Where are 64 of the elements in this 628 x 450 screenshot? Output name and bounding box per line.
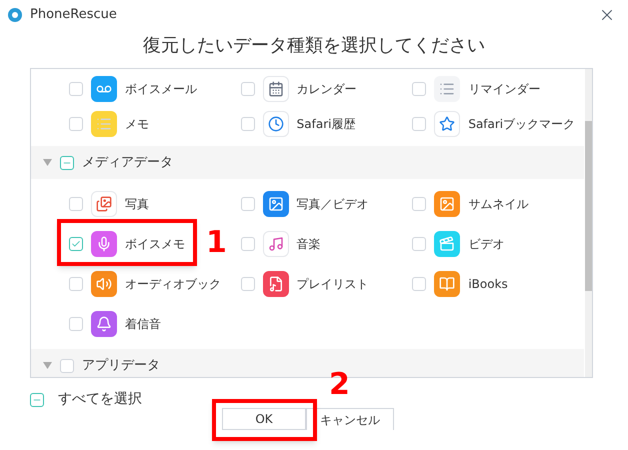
- bell-icon: [91, 311, 117, 337]
- category-label: プレイリスト: [296, 276, 369, 293]
- checkbox[interactable]: [69, 237, 83, 251]
- music-file-icon: [262, 271, 289, 297]
- photos-icon: [91, 191, 117, 217]
- checkbox[interactable]: [69, 197, 83, 211]
- checkbox[interactable]: [240, 197, 255, 211]
- category-label: Safari履歴: [296, 116, 356, 132]
- category-label: ビデオ: [468, 236, 504, 253]
- category-label: リマインダー: [468, 80, 540, 98]
- clapperboard-icon: [434, 231, 460, 257]
- section-title: アプリデータ: [82, 356, 160, 375]
- book-icon: [434, 271, 460, 297]
- checkbox[interactable]: [240, 82, 255, 96]
- checkbox[interactable]: [69, 317, 83, 331]
- category-label: オーディオブック: [125, 276, 221, 293]
- category-label: 写真／ビデオ: [296, 196, 369, 213]
- category-label: ボイスメモ: [125, 236, 185, 253]
- clock-icon: [262, 110, 289, 136]
- checkbox[interactable]: [69, 116, 83, 130]
- checkbox[interactable]: [30, 392, 44, 406]
- checkbox[interactable]: [69, 82, 83, 96]
- checkbox[interactable]: [240, 277, 255, 291]
- category-label: Safariブックマーク: [468, 116, 576, 132]
- music-note-icon: [262, 231, 289, 257]
- cancel-button[interactable]: キャンセル: [306, 408, 394, 430]
- list-icon: [434, 76, 460, 102]
- checkbox[interactable]: [412, 277, 426, 291]
- checkbox[interactable]: [412, 82, 426, 96]
- dialog-heading: 復元したいデータ種類を選択してください: [143, 34, 485, 58]
- category-label: iBooks: [468, 276, 508, 293]
- checkbox[interactable]: [412, 237, 426, 251]
- notes-icon: [91, 110, 117, 136]
- category-label: 音楽: [296, 236, 321, 253]
- image-icon: [434, 191, 460, 217]
- checkbox[interactable]: [412, 116, 426, 130]
- scrollbar-thumb[interactable]: [585, 121, 592, 291]
- category-label: サムネイル: [468, 196, 528, 213]
- section-header[interactable]: メディアデータ: [31, 146, 584, 179]
- ok-button[interactable]: OK: [222, 408, 306, 430]
- section-title: メディアデータ: [82, 154, 173, 172]
- category-label: 着信音: [125, 316, 161, 333]
- expand-triangle-icon[interactable]: [43, 362, 52, 369]
- checkbox[interactable]: [60, 358, 74, 372]
- category-label: ボイスメール: [125, 80, 197, 98]
- checkbox[interactable]: [60, 156, 74, 170]
- category-label: 写真: [125, 196, 149, 213]
- expand-triangle-icon[interactable]: [43, 159, 52, 166]
- app-logo-icon: [8, 8, 22, 22]
- voicemail-icon: [91, 76, 117, 102]
- select-all-label[interactable]: すべてを選択: [58, 389, 142, 410]
- category-label: カレンダー: [296, 80, 357, 98]
- checkbox[interactable]: [240, 237, 255, 251]
- category-label: メモ: [125, 116, 149, 132]
- microphone-icon: [91, 231, 117, 257]
- window-title: PhoneRescue: [30, 6, 117, 24]
- checkmark-icon: [71, 239, 81, 249]
- speaker-icon: [91, 271, 117, 297]
- calendar-icon: [262, 76, 289, 102]
- step-number: 1: [206, 228, 227, 258]
- checkbox[interactable]: [240, 116, 255, 130]
- checkbox[interactable]: [412, 197, 426, 211]
- photo-icon: [262, 191, 289, 217]
- checkbox[interactable]: [69, 277, 83, 291]
